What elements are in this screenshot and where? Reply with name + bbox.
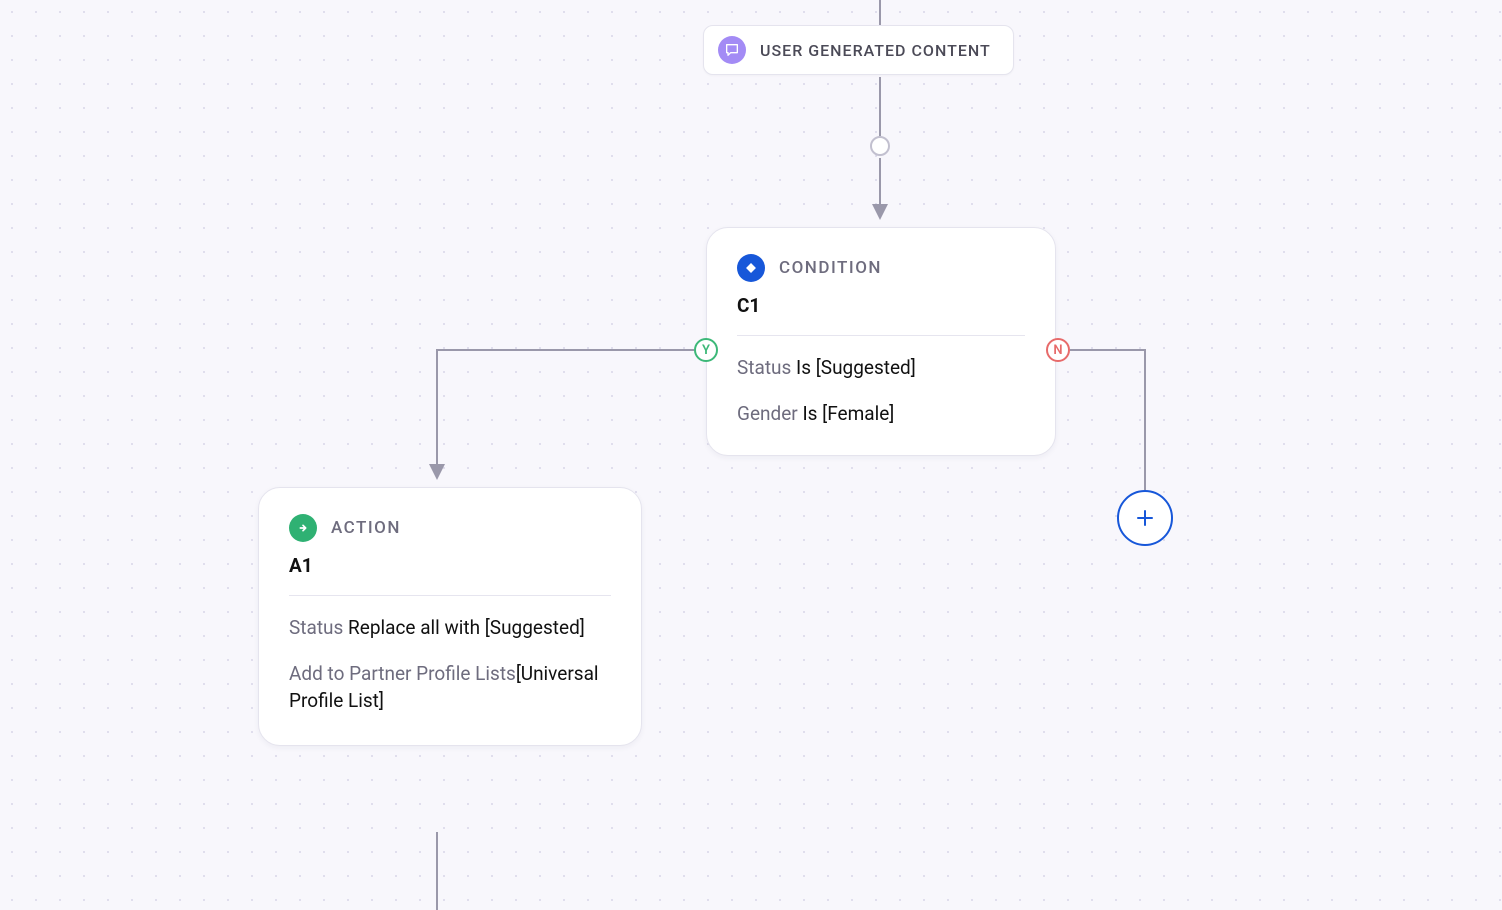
message-icon	[718, 36, 746, 64]
action-rule: Add to Partner Profile Lists[Universal P…	[289, 660, 611, 715]
condition-rule: Gender Is [Female]	[737, 400, 1025, 428]
condition-header: CONDITION	[737, 254, 1025, 282]
plus-icon	[1133, 506, 1157, 530]
action-type-label: ACTION	[331, 518, 401, 538]
trigger-node[interactable]: USER GENERATED CONTENT	[703, 25, 1014, 75]
divider	[737, 335, 1025, 336]
yes-badge: Y	[694, 338, 718, 362]
condition-rule: Status Is [Suggested]	[737, 354, 1025, 382]
condition-type-label: CONDITION	[779, 258, 882, 278]
action-header: ACTION	[289, 514, 611, 542]
action-rule: Status Replace all with [Suggested]	[289, 614, 611, 642]
condition-node[interactable]: CONDITION C1 Status Is [Suggested] Gende…	[706, 227, 1056, 456]
action-node[interactable]: ACTION A1 Status Replace all with [Sugge…	[258, 487, 642, 746]
arrow-right-icon	[289, 514, 317, 542]
diamond-icon	[737, 254, 765, 282]
action-id: A1	[289, 554, 611, 577]
no-badge: N	[1046, 338, 1070, 362]
start-circle	[870, 136, 890, 156]
trigger-label: USER GENERATED CONTENT	[760, 41, 991, 60]
add-node-button[interactable]	[1117, 490, 1173, 546]
divider	[289, 595, 611, 596]
condition-id: C1	[737, 294, 1025, 317]
